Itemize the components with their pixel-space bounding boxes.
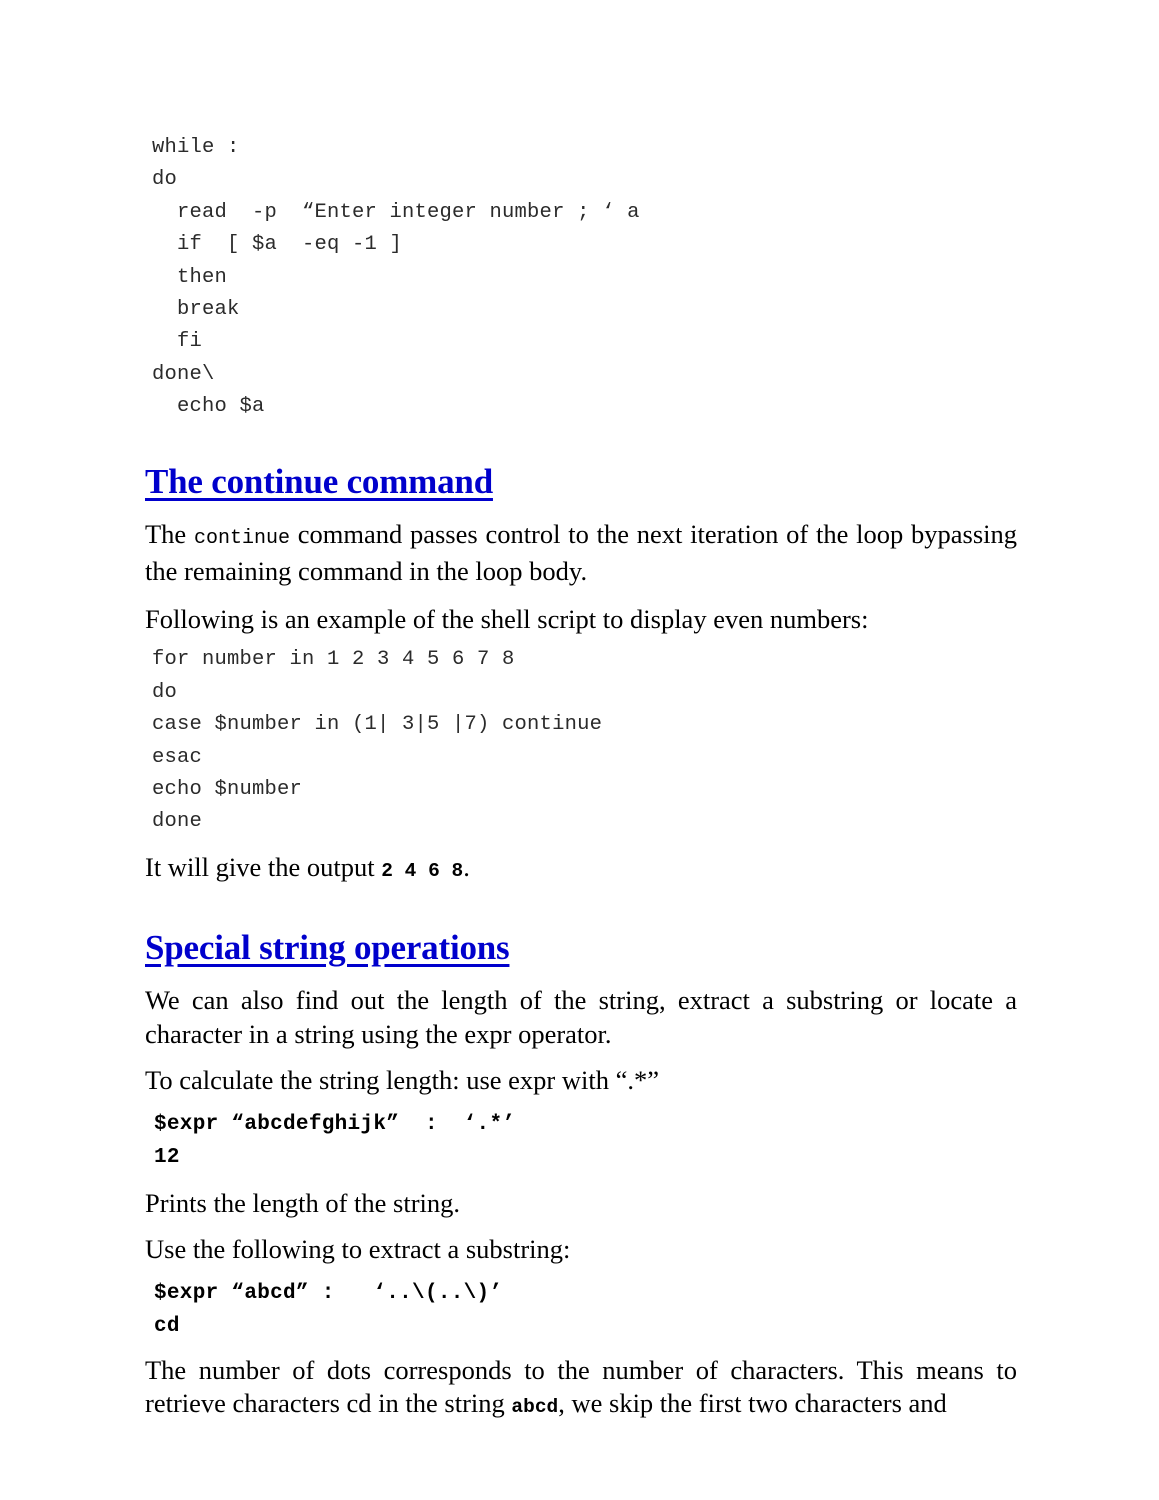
output-line-suffix: . bbox=[463, 851, 470, 882]
paragraph-output-result: It will give the output 2 4 6 8. bbox=[145, 851, 1017, 889]
paragraph-string-operations-intro: We can also find out the length of the s… bbox=[145, 985, 1017, 1049]
paragraph-extract-substring: Use the following to extract a substring… bbox=[145, 1234, 571, 1265]
code-block-while-loop: while : do read -p “Enter integer number… bbox=[152, 136, 640, 419]
paragraph-calculate-string-length: To calculate the string length: use expr… bbox=[145, 1065, 659, 1096]
paragraph-prints-length: Prints the length of the string. bbox=[145, 1187, 461, 1218]
output-values: 2 4 6 8 bbox=[381, 859, 464, 882]
code-expr-substring-result: cd bbox=[154, 1314, 180, 1338]
inline-code-continue: continue bbox=[193, 526, 290, 550]
code-block-for-continue: for number in 1 2 3 4 5 6 7 8 do case $n… bbox=[152, 648, 603, 834]
paragraph-continue-prefix: The bbox=[145, 518, 194, 549]
heading-the-continue-command: The continue command bbox=[145, 461, 493, 501]
inline-code-abcd: abcd bbox=[511, 1396, 559, 1419]
paragraph-following-example: Following is an example of the shell scr… bbox=[145, 603, 869, 634]
output-line-prefix: It will give the output bbox=[145, 851, 382, 882]
document-page: while : do read -p “Enter integer number… bbox=[0, 0, 1159, 1500]
code-expr-length-result: 12 bbox=[154, 1145, 180, 1169]
heading-special-string-operations: Special string operations bbox=[145, 928, 510, 968]
page-content: while : do read -p “Enter integer number… bbox=[145, 132, 1017, 1425]
dots-explanation-part2: , we skip the first two characters and bbox=[558, 1388, 947, 1419]
paragraph-continue-description: The continue command passes control to t… bbox=[145, 518, 1017, 589]
paragraph-dots-explanation: The number of dots corresponds to the nu… bbox=[145, 1354, 1017, 1425]
code-expr-length-command: $expr “abcdefghijk” : ‘.*’ bbox=[154, 1112, 516, 1136]
code-expr-substring-command: $expr “abcd” : ‘..\(..\)’ bbox=[154, 1281, 503, 1305]
